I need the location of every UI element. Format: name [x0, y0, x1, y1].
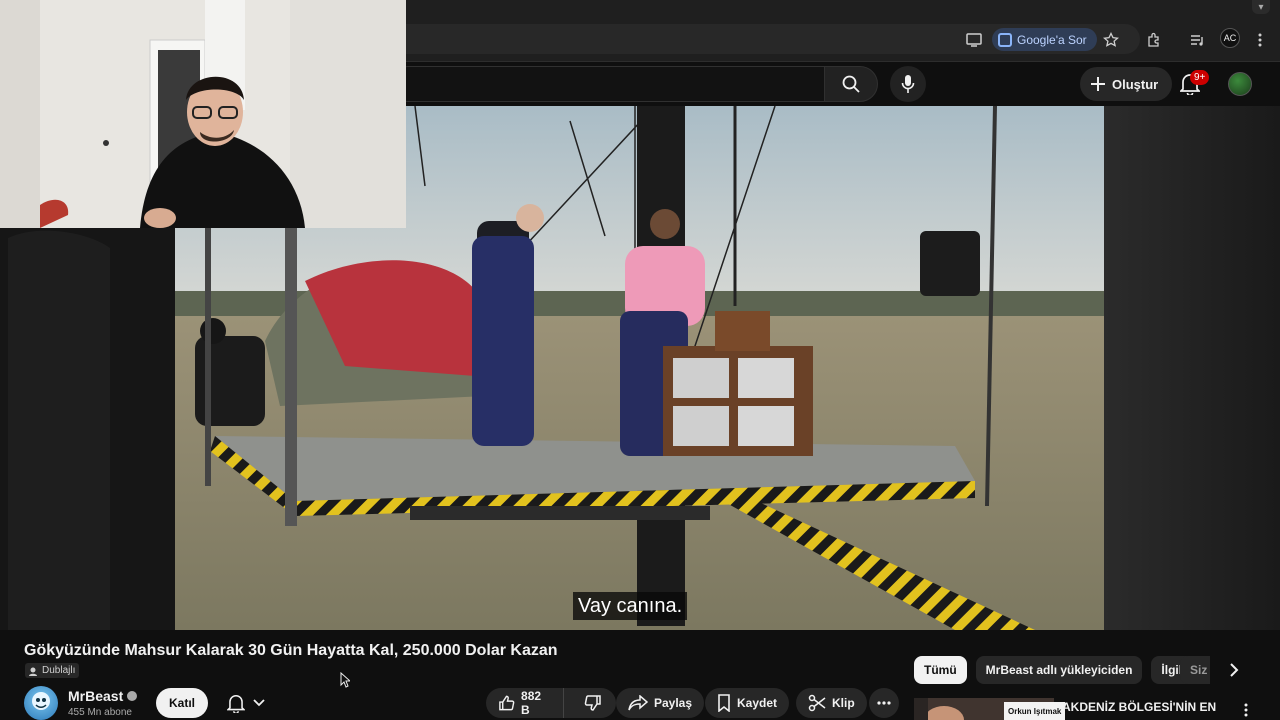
chevron-right-icon	[1230, 663, 1239, 677]
video-title: Gökyüzünde Mahsur Kalarak 30 Gün Hayatta…	[24, 642, 558, 659]
subscriber-count: 455 Mn abone	[68, 707, 132, 718]
browser-profile-avatar[interactable]: AC	[1220, 28, 1240, 48]
browser-menu-icon[interactable]	[1248, 28, 1272, 52]
screen: ▾ Google'a Sor AC Oluştur 9+ Vay canına.…	[0, 0, 1280, 720]
speaker-icon	[29, 667, 37, 676]
extensions-puzzle-icon[interactable]	[1142, 28, 1166, 52]
scissors-icon	[808, 694, 826, 712]
chip-from-uploader[interactable]: MrBeast adlı yükleyiciden	[975, 656, 1143, 684]
more-vertical-icon	[1244, 703, 1248, 717]
create-label: Oluştur	[1112, 76, 1159, 92]
player-left-margin	[0, 228, 175, 630]
cast-icon[interactable]	[962, 28, 986, 52]
lens-icon	[998, 32, 1012, 47]
bell-icon	[227, 694, 245, 713]
clip-button[interactable]: Klip	[796, 688, 867, 718]
channel-name: MrBeast	[68, 688, 124, 704]
google-ask-label: Google'a Sor	[1017, 32, 1087, 47]
bookmark-icon	[718, 694, 730, 712]
account-avatar[interactable]	[1228, 72, 1252, 96]
create-button[interactable]: Oluştur	[1080, 67, 1173, 101]
plus-icon	[1091, 77, 1105, 91]
bookmark-star-icon[interactable]	[1099, 28, 1123, 52]
voice-search-button[interactable]	[890, 66, 926, 102]
search-button[interactable]	[824, 66, 878, 102]
recommendation-channel-tag: Orkun Işıtmak	[1004, 702, 1066, 720]
chip-all[interactable]: Tümü	[914, 656, 967, 684]
tab-search-chevron-icon[interactable]: ▾	[1252, 0, 1270, 14]
clip-label: Klip	[832, 696, 855, 710]
like-count: 882 B	[521, 689, 542, 717]
player-right-margin	[1104, 106, 1280, 630]
chip-partial-clip: Siz	[1180, 656, 1210, 684]
notification-count-badge: 9+	[1190, 70, 1210, 85]
chip-for-you[interactable]: Siz	[1180, 656, 1210, 684]
search-icon	[842, 75, 860, 93]
share-button[interactable]: Paylaş	[616, 688, 705, 718]
like-dislike-group: 882 B	[486, 688, 616, 718]
webcam-overlay	[0, 0, 406, 228]
like-button[interactable]: 882 B	[486, 688, 565, 718]
share-label: Paylaş	[654, 696, 693, 710]
recommendation-menu-button[interactable]	[1238, 700, 1254, 720]
more-actions-button[interactable]	[869, 688, 899, 718]
dubbed-badge: Dublajlı	[25, 663, 80, 678]
thumbs-down-icon	[584, 695, 601, 711]
dislike-button[interactable]	[570, 688, 616, 718]
channel-name-link[interactable]: MrBeast	[68, 688, 138, 704]
video-caption: Vay canına.	[573, 592, 688, 620]
save-label: Kaydet	[737, 696, 778, 710]
save-button[interactable]: Kaydet	[705, 688, 790, 718]
chips-next-button[interactable]	[1220, 656, 1248, 684]
more-horizontal-icon	[877, 701, 891, 705]
notification-preferences-button[interactable]	[216, 688, 276, 718]
channel-avatar[interactable]	[24, 686, 58, 720]
join-button[interactable]: Katıl	[156, 688, 208, 718]
thumbs-up-icon	[499, 695, 515, 711]
media-control-icon[interactable]	[1186, 28, 1210, 52]
mouse-cursor-icon	[340, 672, 350, 688]
google-ask-button[interactable]: Google'a Sor	[992, 28, 1097, 51]
dubbed-label: Dublajlı	[42, 665, 76, 676]
search-input[interactable]	[390, 66, 824, 102]
chevron-down-icon	[253, 699, 265, 707]
verified-icon	[127, 691, 138, 701]
microphone-icon	[901, 75, 915, 93]
recommendation-title[interactable]: AKDENİZ BÖLGESİ'NİN EN	[1062, 700, 1216, 714]
share-icon	[628, 695, 648, 711]
related-filter-chips: Tümü MrBeast adlı yükleyiciden İlgili	[914, 656, 1196, 684]
